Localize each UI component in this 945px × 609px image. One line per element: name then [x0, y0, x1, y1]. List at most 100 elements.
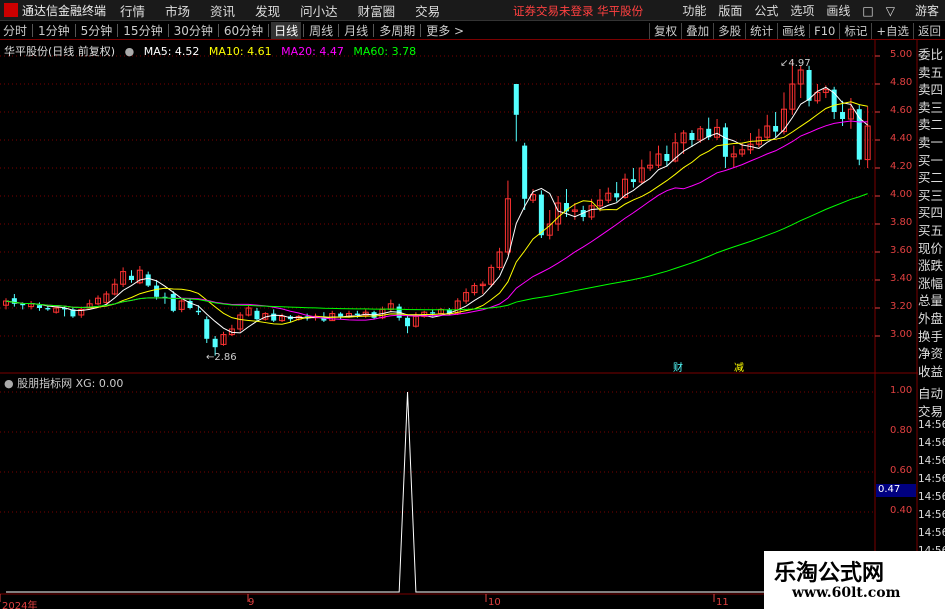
indicator-value: XG: 0.00 — [75, 377, 124, 390]
settings-icon[interactable]: ● — [125, 45, 135, 58]
price-tick-label: 3.20 — [890, 301, 913, 312]
low-annotation: ←2.86 — [206, 352, 237, 363]
btn-mark[interactable]: 标记 — [839, 22, 871, 39]
dropdown-icon[interactable]: ▽ — [886, 4, 895, 18]
side-field-label: 卖五 — [918, 64, 944, 80]
side-field-label: 外盘 — [918, 311, 944, 326]
price-tick-label: 4.40 — [890, 133, 913, 144]
candle-body — [522, 145, 528, 199]
period-weekly[interactable]: 周线 — [306, 22, 336, 39]
side-field-label: 换手 — [918, 328, 944, 344]
menu-discover[interactable]: 发现 — [255, 1, 280, 20]
toolbar-right: 复权 叠加 多股 统计 画线 F10 标记 +自选 返回 — [649, 21, 945, 40]
candle-body — [154, 285, 160, 297]
ma10-line — [5, 101, 868, 325]
side-field-label: 涨跌 — [918, 258, 944, 274]
side-field-label: 净资 — [918, 346, 944, 362]
date-label: 2024年 — [2, 601, 38, 609]
menu-function[interactable]: 功能 — [682, 2, 706, 19]
period-multi[interactable]: 多周期 — [376, 22, 418, 39]
side-trade-item: 14:56 — [918, 473, 945, 485]
candle-body — [128, 275, 134, 280]
menu-news[interactable]: 资讯 — [210, 1, 235, 20]
price-tick-label: 3.60 — [890, 245, 913, 256]
candle-body — [614, 193, 620, 198]
side-field-label: 买三 — [918, 187, 944, 203]
menu-draw[interactable]: 画线 — [826, 2, 850, 19]
side-trade-item: 14:56 — [918, 527, 945, 539]
period-toolbar: 分时 1分钟 5分钟 15分钟 30分钟 60分钟 日线 周线 月线 多周期 更… — [0, 21, 945, 40]
title-right-menu: 功能 版面 公式 选项 画线 □ ▽ 游客 — [676, 0, 945, 21]
settings-icon[interactable]: ● — [4, 377, 14, 390]
candlestick-series — [2, 60, 871, 356]
candle-body — [204, 319, 210, 339]
side-field-label: 卖一 — [918, 135, 944, 150]
candle-body — [45, 308, 51, 310]
period-15min[interactable]: 15分钟 — [120, 22, 165, 39]
period-60min[interactable]: 60分钟 — [221, 22, 266, 39]
ma10-label: MA10: 4.61 — [208, 45, 272, 58]
side-trade-item[interactable]: 自动 — [918, 383, 945, 401]
price-tick-label: 4.80 — [890, 77, 913, 88]
sub-current-value: 0.47 — [876, 484, 916, 497]
xg-indicator-series — [6, 391, 868, 593]
btn-adjust[interactable]: 复权 — [649, 22, 681, 39]
menu-trade[interactable]: 交易 — [415, 1, 440, 20]
candle-body — [430, 312, 436, 314]
btn-multi-stock[interactable]: 多股 — [713, 22, 745, 39]
period-monthly[interactable]: 月线 — [341, 22, 371, 39]
side-field-label: 买四 — [918, 205, 944, 221]
menu-formula[interactable]: 公式 — [754, 2, 778, 19]
sub-legend: ● 股朋指标网 XG: 0.00 — [4, 375, 123, 391]
side-field-label: 涨幅 — [918, 275, 944, 291]
menu-quotes[interactable]: 行情 — [120, 1, 145, 20]
price-tick-label: 3.00 — [890, 329, 913, 340]
sub-tick-label: 0.80 — [890, 425, 913, 436]
btn-f10[interactable]: F10 — [809, 23, 839, 38]
menu-options[interactable]: 选项 — [790, 2, 814, 19]
side-trade-item: 14:56 — [918, 509, 945, 521]
quote-side-panel: 委比 卖五 卖四 卖三 卖二 卖一 买一 买二 买三 买四 买五 现价 涨跌 涨幅 总量 外盘 换手 净资 收益 — [918, 40, 945, 380]
marker-finance[interactable]: 财 — [673, 359, 683, 374]
candle-body — [195, 310, 201, 313]
sub-tick-label: 0.40 — [890, 505, 913, 516]
menu-ask[interactable]: 问小达 — [300, 1, 338, 20]
candle-body — [354, 313, 360, 315]
period-more[interactable]: 更多 > — [423, 22, 467, 39]
menu-wealth[interactable]: 财富圈 — [358, 1, 396, 20]
period-daily[interactable]: 日线 — [271, 21, 302, 39]
btn-stats[interactable]: 统计 — [745, 22, 777, 39]
candle-body — [806, 70, 812, 101]
candle-body — [664, 154, 670, 161]
kline-chart[interactable] — [0, 40, 945, 609]
trade-status-warning: 证券交易未登录 华平股份 — [513, 4, 644, 18]
date-label: 9 — [248, 597, 255, 608]
side-trade-item: 14:56 — [918, 437, 945, 449]
guest-user[interactable]: 游客 — [915, 2, 939, 19]
side-field-label: 卖二 — [918, 117, 944, 133]
menu-layout[interactable]: 版面 — [718, 2, 742, 19]
marker-reduce[interactable]: 减 — [734, 359, 744, 374]
candle-body — [773, 126, 779, 132]
btn-draw[interactable]: 画线 — [777, 22, 809, 39]
candle-body — [212, 338, 218, 348]
candle-body — [722, 127, 728, 157]
indicator-name: 股朋指标网 — [17, 377, 73, 390]
period-intraday[interactable]: 分时 — [0, 22, 30, 39]
window-icon[interactable]: □ — [862, 4, 873, 18]
price-tick-label: 5.00 — [890, 49, 913, 60]
price-tick-label: 3.80 — [890, 217, 913, 228]
btn-back[interactable]: 返回 — [913, 22, 945, 39]
btn-overlay[interactable]: 叠加 — [681, 22, 713, 39]
date-label: 11 — [716, 597, 729, 608]
period-5min[interactable]: 5分钟 — [78, 22, 116, 39]
ma20-label: MA20: 4.47 — [281, 45, 344, 58]
price-tick-label: 4.00 — [890, 189, 913, 200]
menu-market[interactable]: 市场 — [165, 1, 190, 20]
btn-add-watch[interactable]: +自选 — [871, 22, 913, 39]
side-trade-item: 14:56 — [918, 455, 945, 467]
period-30min[interactable]: 30分钟 — [171, 22, 216, 39]
stock-title: 华平股份(日线 前复权) — [4, 45, 116, 58]
candle-body — [630, 179, 636, 182]
period-1min[interactable]: 1分钟 — [35, 22, 73, 39]
